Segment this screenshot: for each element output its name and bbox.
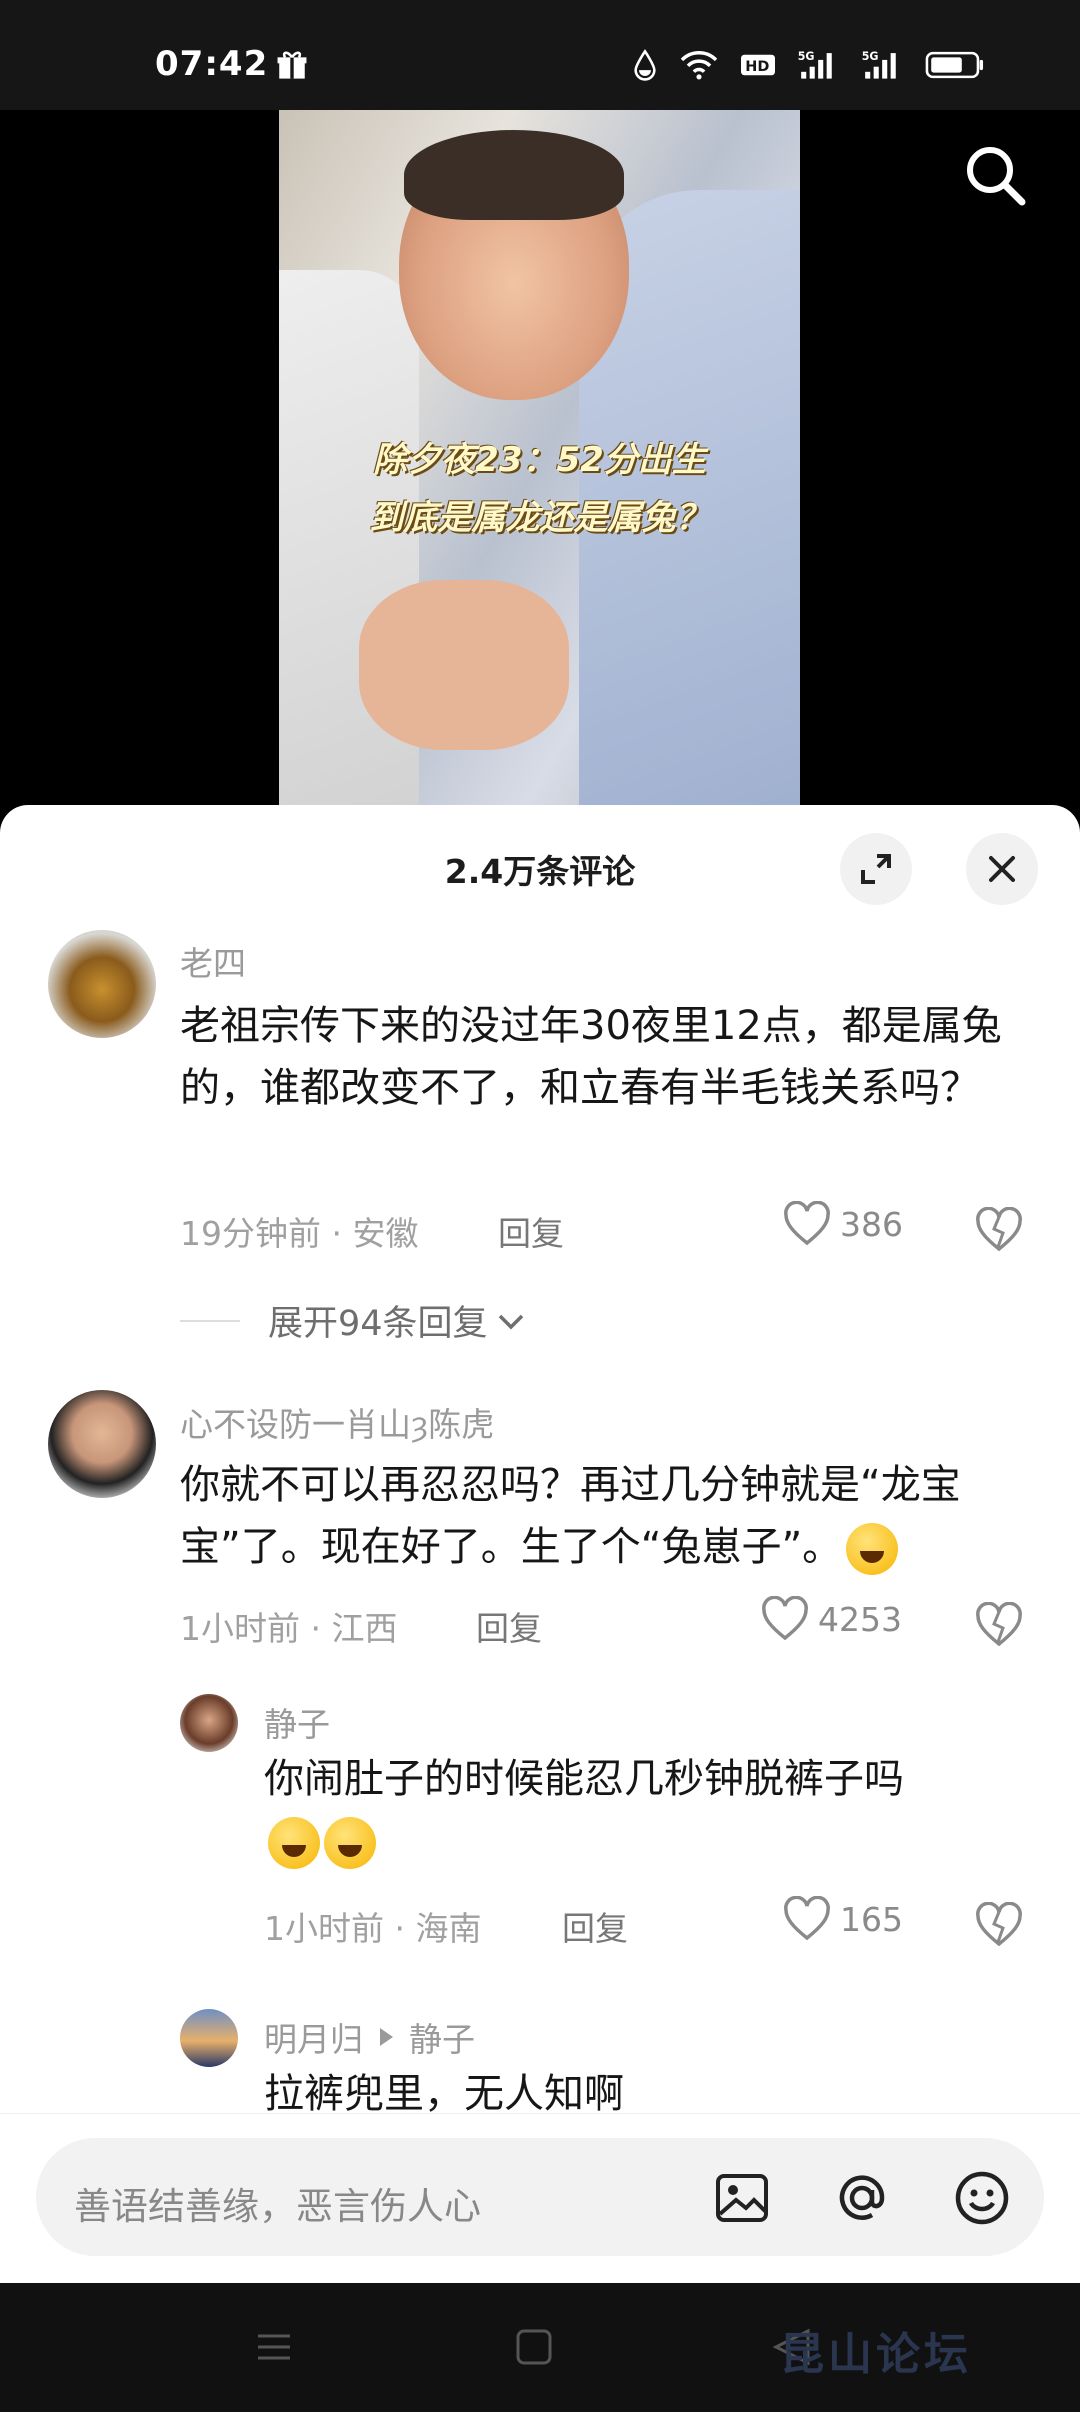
- comment-meta: 1小时前 · 江西: [180, 1609, 398, 1648]
- reply-text-body: 你闹肚子的时候能忍几秒钟脱裤子吗: [264, 1756, 904, 1802]
- video-caption-line2: 到底是属龙还是属兔？: [369, 498, 710, 538]
- signal-5g-icon: 5G: [798, 50, 832, 79]
- dislike-icon[interactable]: [974, 1602, 1024, 1648]
- play-arrow-icon: [380, 2028, 393, 2046]
- svg-text:5G: 5G: [798, 50, 815, 63]
- emoji-icon[interactable]: [952, 2168, 1012, 2228]
- expand-panel-button[interactable]: [840, 833, 912, 905]
- wifi-icon: [680, 51, 718, 80]
- expand-replies-button[interactable]: 展开94条回复: [180, 1295, 528, 1346]
- reply-button[interactable]: 回复: [498, 1207, 564, 1255]
- avatar[interactable]: [48, 930, 156, 1038]
- baby-hair: [404, 130, 624, 220]
- image-icon[interactable]: [712, 2168, 772, 2228]
- heart-icon: [762, 1596, 808, 1641]
- expand-icon: [861, 854, 891, 884]
- avatar[interactable]: [180, 2009, 238, 2067]
- status-bar: 07:42 HD 5G 5G: [0, 0, 1080, 110]
- like-button[interactable]: 386: [782, 1201, 903, 1247]
- dislike-icon[interactable]: [974, 1902, 1024, 1948]
- watermark-text: 昆山论坛: [780, 2329, 972, 2380]
- crying-laughing-emoji-icon: [324, 1817, 376, 1869]
- comments-count-title: 2.4万条评论: [444, 852, 636, 891]
- reply-to-username[interactable]: 静子: [409, 2013, 475, 2061]
- comment-text[interactable]: 老祖宗传下来的没过年30夜里12点，都是属兔的，谁都改变不了，和立春有半毛钱关系…: [180, 995, 1020, 1119]
- video-thumbnail: 除夕夜23：52分出生 到底是属龙还是属兔？: [279, 110, 800, 810]
- comment-meta: 19分钟前 · 安徽: [180, 1214, 419, 1253]
- gift-icon: [277, 51, 307, 79]
- video-player[interactable]: 除夕夜23：52分出生 到底是属龙还是属兔？: [0, 110, 1080, 810]
- chevron-down-icon: [498, 1314, 523, 1329]
- svg-text:HD: HD: [745, 59, 769, 75]
- baby-hands: [359, 580, 569, 750]
- avatar[interactable]: [180, 1694, 238, 1752]
- reply-meta: 1小时前 · 海南: [264, 1909, 482, 1948]
- search-icon[interactable]: [960, 140, 1030, 210]
- comment-text[interactable]: 你就不可以再忍忍吗？再过几分钟就是“龙宝宝”了。现在好了。生了个“兔崽子”。: [180, 1454, 1020, 1578]
- crying-laughing-emoji-icon: [268, 1817, 320, 1869]
- comment-input-placeholder: 善语结善缘，恶言伤人心: [74, 2185, 481, 2228]
- status-time: 07:42: [155, 44, 269, 84]
- reply-username-row: 明月归 静子: [264, 2013, 475, 2061]
- heart-icon: [784, 1896, 830, 1941]
- comment-username[interactable]: 老四: [180, 937, 246, 985]
- reply-text[interactable]: 你闹肚子的时候能忍几秒钟脱裤子吗: [264, 1748, 1024, 1872]
- close-icon: [989, 856, 1015, 882]
- laughing-emoji-icon: [846, 1523, 899, 1575]
- heart-icon: [784, 1201, 830, 1246]
- mention-icon[interactable]: [832, 2168, 892, 2228]
- like-button[interactable]: 4253: [760, 1596, 902, 1642]
- svg-text:5G: 5G: [862, 50, 879, 63]
- signal-5g-icon: 5G: [862, 50, 896, 79]
- hd-icon: HD: [741, 54, 775, 76]
- reply-button[interactable]: 回复: [562, 1902, 628, 1950]
- reply-button[interactable]: 回复: [476, 1602, 542, 1650]
- comment-text-body: 你就不可以再忍忍吗？再过几分钟就是“龙宝宝”了。现在好了。生了个“兔崽子”。: [180, 1462, 961, 1570]
- close-panel-button[interactable]: [966, 833, 1038, 905]
- divider-line: [180, 1319, 240, 1322]
- like-count: 4253: [818, 1599, 902, 1639]
- drop-icon: [634, 49, 656, 81]
- menu-icon[interactable]: [254, 2327, 294, 2367]
- comment-input[interactable]: 善语结善缘，恶言伤人心: [36, 2138, 1044, 2256]
- avatar[interactable]: [48, 1390, 156, 1498]
- like-count: 386: [840, 1204, 903, 1244]
- battery-icon: [925, 51, 984, 79]
- expand-replies-label: 展开94条回复: [268, 1304, 488, 1344]
- video-caption-line1: 除夕夜23：52分出生: [373, 440, 706, 480]
- comment-input-bar: 善语结善缘，恶言伤人心: [0, 2113, 1080, 2284]
- like-count: 165: [840, 1899, 903, 1939]
- home-icon[interactable]: [514, 2327, 554, 2367]
- dislike-icon[interactable]: [974, 1207, 1024, 1253]
- comment-username[interactable]: 心不设防一肖山ȝ陈虎: [180, 1398, 494, 1446]
- comments-panel: 2.4万条评论 老四 老祖宗传下来的没过年30夜里12点，都是属兔的，谁都改变不…: [0, 805, 1080, 2285]
- like-button[interactable]: 165: [782, 1896, 903, 1942]
- reply-username[interactable]: 静子: [264, 1698, 330, 1746]
- reply-username[interactable]: 明月归: [264, 2013, 363, 2061]
